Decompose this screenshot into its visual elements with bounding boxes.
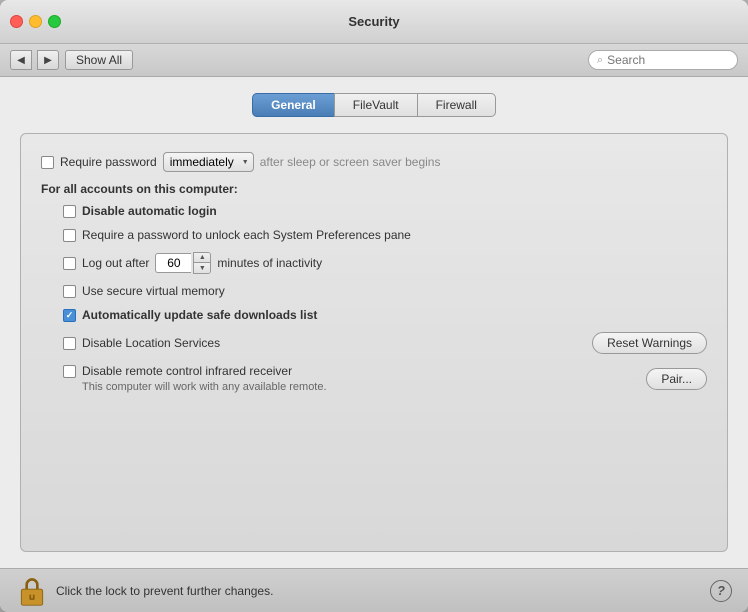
- infrared-row: Disable remote control infrared receiver…: [63, 364, 707, 394]
- secure-memory-label: Use secure virtual memory: [82, 284, 225, 298]
- infrared-label: Disable remote control infrared receiver: [82, 364, 292, 378]
- logout-row: Log out after ▲ ▼ minutes of inactivity: [63, 252, 707, 274]
- disable-login-label: Disable automatic login: [82, 204, 217, 218]
- location-services-label: Disable Location Services: [82, 336, 220, 350]
- toolbar: ◀ ▶ Show All ⌕: [0, 44, 748, 77]
- back-button[interactable]: ◀: [10, 50, 32, 70]
- secure-memory-row: Use secure virtual memory: [63, 284, 707, 298]
- sub-settings: Disable automatic login Require a passwo…: [63, 204, 707, 394]
- footer-text: Click the lock to prevent further change…: [56, 584, 273, 598]
- close-button[interactable]: [10, 15, 23, 28]
- require-password-pane-row: Require a password to unlock each System…: [63, 228, 707, 242]
- password-suffix-label: after sleep or screen saver begins: [260, 155, 441, 169]
- auto-update-label: Automatically update safe downloads list: [82, 308, 317, 322]
- require-password-checkbox[interactable]: [41, 156, 54, 169]
- require-password-pane-checkbox[interactable]: [63, 229, 76, 242]
- footer: Click the lock to prevent further change…: [0, 568, 748, 612]
- infrared-checkbox-row: Disable remote control infrared receiver: [63, 364, 640, 378]
- infrared-checkbox[interactable]: [63, 365, 76, 378]
- content-area: General FileVault Firewall Require passw…: [0, 77, 748, 568]
- show-all-button[interactable]: Show All: [65, 50, 133, 70]
- logout-minutes-input[interactable]: [155, 253, 191, 273]
- logout-stepper: ▲ ▼: [155, 252, 211, 274]
- tab-firewall[interactable]: Firewall: [417, 93, 496, 117]
- search-box: ⌕: [588, 50, 738, 70]
- traffic-lights: [10, 15, 61, 28]
- require-password-label: Require password: [60, 155, 157, 169]
- pair-button[interactable]: Pair...: [646, 368, 707, 390]
- help-button[interactable]: ?: [710, 580, 732, 602]
- tab-general[interactable]: General: [252, 93, 335, 117]
- reset-btn-wrap: Reset Warnings: [592, 332, 707, 354]
- auto-update-row: Automatically update safe downloads list: [63, 308, 707, 322]
- disable-login-checkbox[interactable]: [63, 205, 76, 218]
- stepper-buttons: ▲ ▼: [193, 252, 211, 274]
- stepper-down-button[interactable]: ▼: [194, 263, 210, 273]
- secure-memory-checkbox[interactable]: [63, 285, 76, 298]
- lock-icon[interactable]: [16, 575, 48, 607]
- disable-login-row: Disable automatic login: [63, 204, 707, 218]
- window-title: Security: [348, 14, 399, 29]
- tab-filevault[interactable]: FileVault: [334, 93, 418, 117]
- security-window: Security ◀ ▶ Show All ⌕ General FileVaul…: [0, 0, 748, 612]
- tab-bar: General FileVault Firewall: [20, 93, 728, 117]
- maximize-button[interactable]: [48, 15, 61, 28]
- search-icon: ⌕: [597, 54, 603, 67]
- stepper-up-button[interactable]: ▲: [194, 253, 210, 263]
- infrared-description: This computer will work with any availab…: [82, 380, 382, 394]
- logout-after-label: minutes of inactivity: [217, 256, 322, 270]
- location-services-row: Disable Location Services Reset Warnings: [63, 332, 707, 354]
- require-password-pane-label: Require a password to unlock each System…: [82, 228, 411, 242]
- title-bar: Security: [0, 0, 748, 44]
- logout-before-label: Log out after: [82, 256, 149, 270]
- location-services-checkbox[interactable]: [63, 337, 76, 350]
- minimize-button[interactable]: [29, 15, 42, 28]
- forward-button[interactable]: ▶: [37, 50, 59, 70]
- general-panel: Require password immediately 5 seconds 1…: [20, 133, 728, 552]
- accounts-label: For all accounts on this computer:: [41, 182, 707, 196]
- immediately-dropdown-wrap: immediately 5 seconds 1 minute 5 minutes…: [163, 152, 254, 172]
- reset-warnings-button[interactable]: Reset Warnings: [592, 332, 707, 354]
- search-input[interactable]: [607, 53, 729, 67]
- require-password-row: Require password immediately 5 seconds 1…: [41, 152, 707, 172]
- logout-checkbox[interactable]: [63, 257, 76, 270]
- password-timing-select[interactable]: immediately 5 seconds 1 minute 5 minutes…: [163, 152, 254, 172]
- auto-update-checkbox[interactable]: [63, 309, 76, 322]
